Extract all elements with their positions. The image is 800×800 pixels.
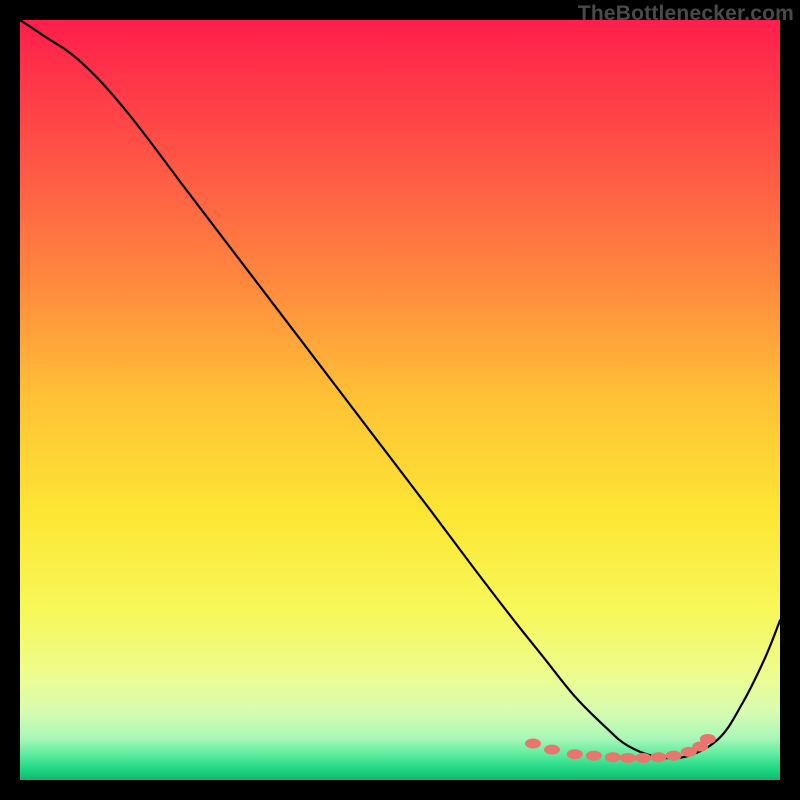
scatter-point xyxy=(605,752,621,762)
chart-background xyxy=(20,20,780,780)
chart-frame: TheBottlenecker.com xyxy=(0,0,800,800)
scatter-point xyxy=(700,734,716,744)
scatter-point xyxy=(586,751,602,761)
scatter-point xyxy=(666,751,682,761)
scatter-point xyxy=(525,739,541,749)
bottleneck-chart xyxy=(20,20,780,780)
scatter-point xyxy=(650,752,666,762)
scatter-point xyxy=(567,749,583,759)
scatter-point xyxy=(635,753,651,763)
scatter-point xyxy=(544,745,560,755)
scatter-point xyxy=(620,753,636,763)
